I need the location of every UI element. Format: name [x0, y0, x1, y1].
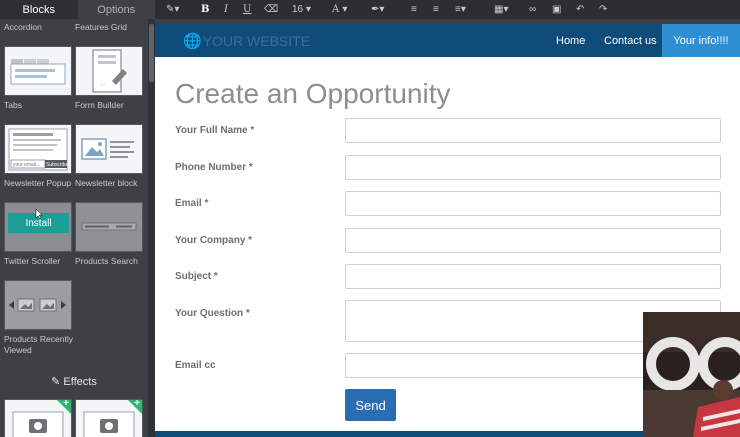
bold-icon[interactable]: B [201, 0, 209, 19]
newsletter-thumb-placeholder: your email... [13, 162, 41, 168]
label-email: Email * [175, 198, 209, 209]
tabs-thumb-icon [10, 59, 66, 85]
nav-link-contact[interactable]: Contact us [604, 24, 657, 57]
sidebar-tabs: Blocks Options [0, 0, 155, 19]
webcam-overlay [643, 312, 740, 437]
newsletter-thumb-button: Subscribe [46, 162, 69, 168]
page-title: Create an Opportunity [175, 78, 451, 109]
image-icon[interactable]: ▣ [552, 0, 561, 19]
label-subject: Subject * [175, 271, 218, 282]
block-label-products-recently-viewed: Products Recently Viewed [4, 334, 73, 355]
tab-blocks[interactable]: Blocks [0, 0, 78, 19]
block-label-accordion: Accordion [4, 22, 42, 32]
blocks-sidebar: Blocks Options Accordion Features Grid T… [0, 0, 155, 437]
text-color-dropdown-icon[interactable]: ✒▾ [371, 0, 384, 19]
webcam-video-image [643, 312, 740, 437]
magic-wand-dropdown-icon[interactable]: ✎▾ [166, 0, 179, 19]
redo-icon[interactable]: ↷ [599, 0, 607, 19]
unordered-list-icon[interactable]: ≡ [411, 0, 417, 19]
label-phone: Phone Number * [175, 162, 253, 173]
camera-icon [12, 400, 71, 437]
nav-link-home[interactable]: Home [556, 24, 585, 57]
block-label-tabs: Tabs [4, 100, 22, 110]
block-label-features-grid: Features Grid [75, 22, 127, 32]
font-family-dropdown-icon[interactable]: A ▾ [332, 0, 347, 19]
block-label-newsletter-block: Newsletter block [75, 178, 138, 188]
sidebar-scrollbar-thumb[interactable] [149, 24, 154, 82]
site-navbar: 🌐 YOUR WEBSITE Home Contact us Your info… [155, 24, 740, 57]
ordered-list-icon[interactable]: ≡ [433, 0, 439, 19]
block-tabs[interactable] [4, 46, 72, 96]
magic-wand-icon: ✎ [51, 376, 61, 388]
products-recently-viewed-thumb-icon [9, 298, 66, 312]
table-dropdown-icon[interactable]: ▦▾ [494, 0, 508, 19]
site-logo-text: YOUR WEBSITE [202, 32, 311, 49]
block-newsletter-block[interactable] [75, 124, 143, 174]
mouse-cursor-icon [35, 208, 43, 220]
label-company: Your Company * [175, 235, 253, 246]
block-form-builder[interactable]: ... [75, 46, 143, 96]
subject-input[interactable] [345, 264, 721, 289]
globe-icon: 🌐 [183, 32, 202, 50]
camera-icon [83, 400, 142, 437]
undo-icon[interactable]: ↶ [576, 0, 584, 19]
newsletter-block-thumb-icon [81, 138, 134, 160]
new-badge-plus-icon: + [134, 399, 140, 409]
products-search-thumb-icon [81, 222, 137, 231]
block-label-newsletter-popup: Newsletter Popup [4, 178, 72, 188]
font-size-dropdown[interactable]: 16 ▾ [292, 0, 311, 19]
effects-label: Effects [63, 376, 97, 388]
block-label-products-search: Products Search [75, 256, 138, 266]
tab-options[interactable]: Options [77, 0, 155, 19]
site-logo[interactable]: 🌐 YOUR WEBSITE [183, 24, 310, 57]
company-input[interactable] [345, 228, 721, 253]
italic-icon[interactable]: I [224, 0, 228, 19]
svg-text:...: ... [100, 80, 106, 87]
label-full-name: Your Full Name * [175, 125, 255, 136]
send-button[interactable]: Send [345, 389, 396, 421]
phone-input[interactable] [345, 155, 721, 180]
block-newsletter-popup[interactable]: your email... Subscribe [4, 124, 72, 174]
block-effect-1[interactable]: + [4, 399, 72, 437]
link-icon[interactable]: ∞ [529, 0, 536, 19]
block-label-form-builder: Form Builder [75, 100, 124, 110]
editor-toolbar: ✎▾ B I U ⌫ 16 ▾ A ▾ ✒▾ ≡ ≡ ≡▾ ▦▾ ∞ ▣ ↶ ↷ [155, 0, 740, 19]
nav-link-your-info[interactable]: Your info!!!! [662, 24, 740, 57]
underline-icon[interactable]: U [243, 0, 251, 19]
email-input[interactable] [345, 191, 721, 216]
block-label-twitter-scroller: Twitter Scroller [4, 256, 61, 266]
new-badge-plus-icon: + [63, 399, 69, 409]
full-name-input[interactable] [345, 118, 721, 143]
font-size-value: 16 [292, 4, 304, 15]
label-email-cc: Email cc [175, 360, 216, 371]
block-products-recently-viewed[interactable] [4, 280, 72, 330]
block-effect-2[interactable]: + [75, 399, 143, 437]
label-question: Your Question * [175, 308, 250, 319]
align-dropdown-icon[interactable]: ≡▾ [455, 0, 466, 19]
block-products-search[interactable] [75, 202, 143, 252]
block-twitter-scroller[interactable]: Install [4, 202, 72, 252]
form-builder-icon: ... [92, 49, 127, 93]
eraser-icon[interactable]: ⌫ [264, 0, 278, 19]
effects-section-heading: ✎ Effects [0, 375, 148, 388]
